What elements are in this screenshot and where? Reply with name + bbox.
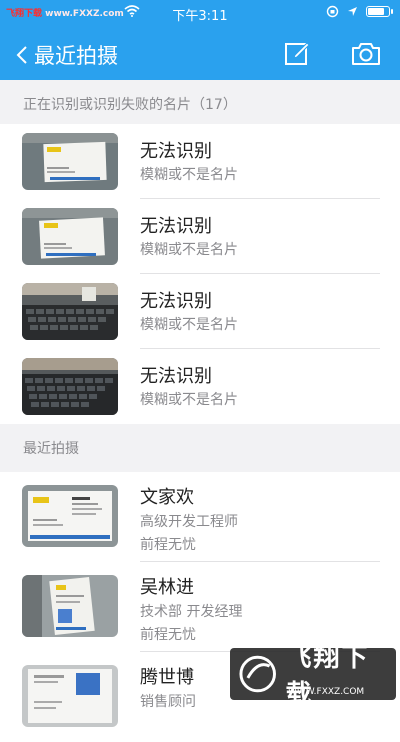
list-item[interactable]: 无法识别 模糊或不是名片 (0, 349, 400, 424)
orientation-lock-icon (326, 5, 339, 18)
card-status: 模糊或不是名片 (140, 167, 238, 183)
failed-section-header: 正在识别或识别失败的名片（17） (23, 97, 237, 113)
card-name: 无法识别 (140, 141, 212, 162)
watermark-logo-icon (239, 655, 276, 693)
card-thumbnail (22, 358, 118, 415)
watermark-text: 飞翔下载 (285, 643, 370, 710)
site-watermark: 飞翔下载 WWW.FXXZ.COM (230, 643, 396, 710)
card-name: 腾世博 (140, 667, 194, 688)
recent-section-header: 最近拍摄 (23, 441, 79, 457)
card-name: 吴林进 (140, 577, 194, 598)
location-icon (348, 7, 357, 16)
card-thumbnail (22, 665, 118, 727)
card-name: 文家欢 (140, 487, 194, 508)
card-company: 前程无忧 (140, 537, 196, 553)
edit-icon[interactable] (283, 39, 311, 67)
list-item[interactable]: 无法识别 模糊或不是名片 (0, 274, 400, 349)
card-thumbnail (22, 283, 118, 340)
failed-card-list: 无法识别 模糊或不是名片 无法识别 模糊或不是名片 无法识别 模糊或不是名片 无… (0, 124, 400, 424)
back-button[interactable]: 最近拍摄 (16, 40, 118, 70)
card-thumbnail (22, 208, 118, 265)
camera-icon[interactable] (350, 39, 382, 67)
list-item[interactable]: 文家欢 高级开发工程师 前程无忧 (0, 472, 400, 562)
card-thumbnail (22, 133, 118, 190)
list-item[interactable]: 无法识别 模糊或不是名片 (0, 124, 400, 199)
card-company: 前程无忧 (140, 627, 196, 643)
card-name: 无法识别 (140, 216, 212, 237)
chevron-left-icon (16, 46, 27, 64)
card-thumbnail (22, 485, 118, 547)
status-bar: 飞翔下载 www.FXXZ.com 下午3:11 (0, 0, 400, 26)
battery-fill (368, 8, 384, 15)
card-job-title: 销售顾问 (140, 694, 196, 710)
page-title: 最近拍摄 (34, 44, 118, 68)
card-name: 无法识别 (140, 366, 212, 387)
card-name: 无法识别 (140, 291, 212, 312)
nav-bar: 最近拍摄 (0, 26, 400, 80)
watermark-url: WWW.FXXZ.COM (288, 687, 365, 697)
card-status: 模糊或不是名片 (140, 317, 238, 333)
card-job-title: 技术部 开发经理 (140, 604, 243, 620)
battery-icon (366, 6, 393, 17)
list-item[interactable]: 无法识别 模糊或不是名片 (0, 199, 400, 274)
card-thumbnail (22, 575, 118, 637)
card-status: 模糊或不是名片 (140, 392, 238, 408)
card-status: 模糊或不是名片 (140, 242, 238, 258)
card-job-title: 高级开发工程师 (140, 514, 238, 530)
